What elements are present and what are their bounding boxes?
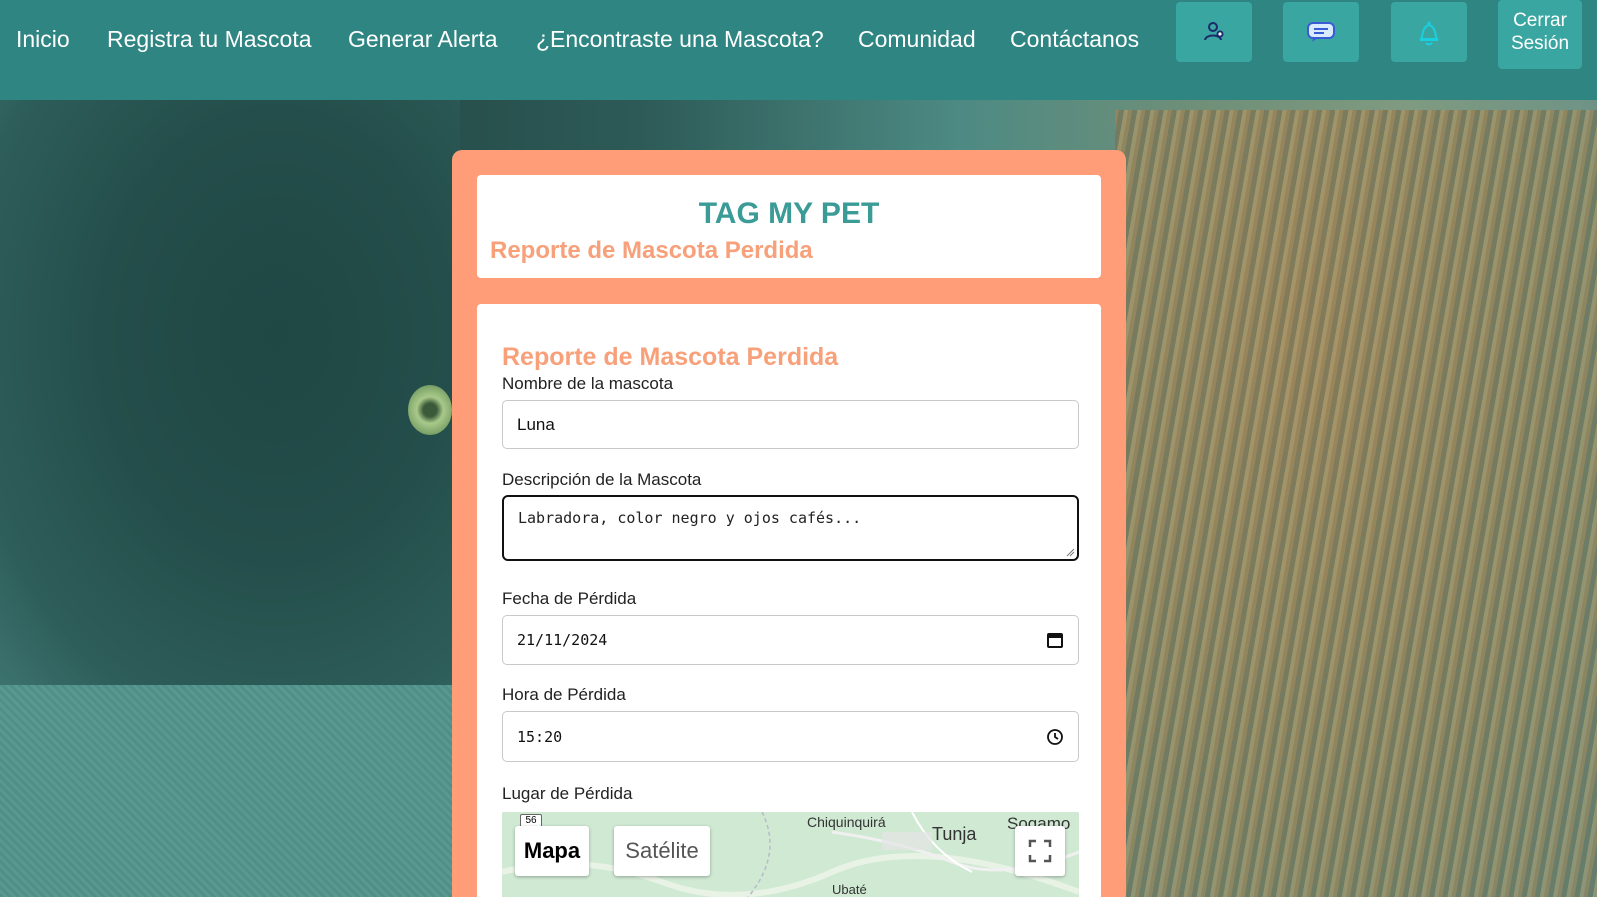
background-dog [1115,110,1597,897]
nav-link-registra-mascota[interactable]: Registra tu Mascota [107,26,312,53]
report-form: Reporte de Mascota Perdida Nombre de la … [477,304,1101,897]
notifications-button[interactable] [1391,2,1467,62]
date-input[interactable]: 21/11/2024 [502,615,1079,665]
pet-name-value: Luna [517,414,555,434]
logout-label-line1: Cerrar [1513,10,1567,31]
background-cat [0,100,460,690]
date-label: Fecha de Pérdida [502,589,637,608]
chat-icon [1307,22,1335,42]
nav-link-generar-alerta[interactable]: Generar Alerta [348,26,498,53]
map-fullscreen-button[interactable] [1015,826,1065,876]
map-place-ubate: Ubaté [832,882,867,897]
title-box: TAG MY PET Reporte de Mascota Perdida [477,175,1101,278]
clock-icon[interactable] [1046,728,1064,746]
map-place-chiquinquira: Chiquinquirá [807,814,886,830]
calendar-icon[interactable] [1046,631,1064,649]
navbar: Inicio Registra tu Mascota Generar Alert… [0,0,1597,100]
app-title: TAG MY PET [698,197,880,230]
place-label: Lugar de Pérdida [502,784,633,803]
time-value: 15:20 [517,727,563,746]
nav-link-contactanos[interactable]: Contáctanos [1010,26,1139,53]
time-label: Hora de Pérdida [502,685,626,704]
fullscreen-icon [1028,839,1052,863]
map-type-satellite-button[interactable]: Satélite [614,826,710,876]
form-heading: Reporte de Mascota Perdida [502,343,839,371]
chat-button[interactable] [1283,2,1359,62]
nav-link-comunidad[interactable]: Comunidad [858,26,976,53]
description-textarea[interactable]: Labradora, color negro y ojos cafés... [502,495,1079,561]
location-map[interactable]: 56 Mapa Satélite Chiquinquirá Tunja Soga… [502,812,1079,897]
pet-name-label: Nombre de la mascota [502,374,674,393]
background-carpet [0,685,460,897]
description-placeholder: Labradora, color negro y ojos cafés... [518,509,862,527]
nav-link-encontraste-mascota[interactable]: ¿Encontraste una Mascota? [536,26,824,53]
bell-icon [1419,21,1439,46]
pet-name-input[interactable]: Luna [502,400,1079,449]
nav-link-inicio[interactable]: Inicio [16,26,70,53]
cat-eye [408,385,452,435]
resize-grip-icon[interactable] [1065,547,1075,557]
time-input[interactable]: 15:20 [502,711,1079,762]
description-label: Descripción de la Mascota [502,470,702,489]
app-subtitle: Reporte de Mascota Perdida [490,237,813,264]
report-card: TAG MY PET Reporte de Mascota Perdida Re… [452,150,1126,897]
logout-button[interactable]: Cerrar Sesión [1498,0,1582,69]
map-place-tunja: Tunja [932,824,977,844]
logout-label-line2: Sesión [1510,33,1570,54]
map-type-map-button[interactable]: Mapa [515,826,589,876]
users-icon [1204,22,1224,41]
profile-button[interactable] [1176,2,1252,62]
date-value: 21/11/2024 [517,631,608,649]
